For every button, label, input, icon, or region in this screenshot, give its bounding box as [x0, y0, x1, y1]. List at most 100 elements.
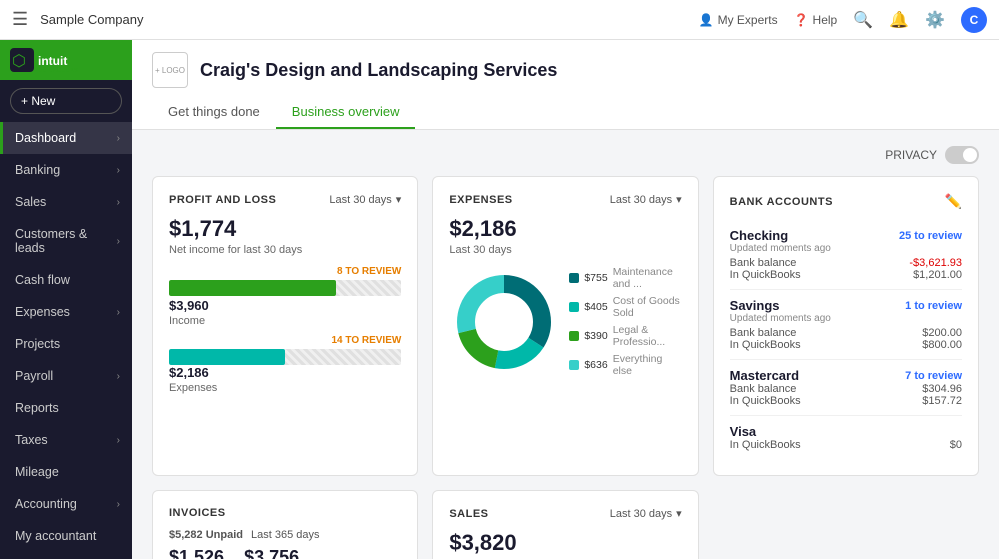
mastercard-review-link[interactable]: 7 to review — [905, 370, 962, 382]
chevron-right-icon: › — [117, 133, 120, 144]
help-button[interactable]: ❓ Help — [794, 13, 838, 27]
invoices-card: INVOICES $5,282 Unpaid Last 365 days $1,… — [152, 490, 418, 559]
page-header: + LOGO Craig's Design and Landscaping Se… — [132, 40, 999, 130]
sidebar-logo[interactable]: ⬡ intuit quickbooks — [0, 40, 132, 80]
sidebar-item-sales[interactable]: Sales › — [0, 186, 132, 218]
bank-account-mastercard: Mastercard 7 to review Bank balance $304… — [730, 360, 962, 416]
page-title: Craig's Design and Landscaping Services — [200, 60, 557, 81]
chevron-right-icon: › — [117, 197, 120, 208]
expenses-donut-chart — [449, 267, 559, 377]
savings-review-link[interactable]: 1 to review — [905, 300, 962, 312]
sidebar-item-mileage[interactable]: Mileage — [0, 456, 132, 488]
content-area: + LOGO Craig's Design and Landscaping Se… — [132, 40, 999, 559]
sidebar-item-dashboard[interactable]: Dashboard › — [0, 122, 132, 154]
pnl-subtitle: Net income for last 30 days — [169, 244, 401, 256]
settings-icon[interactable]: ⚙️ — [925, 10, 945, 30]
chevron-down-icon: ▾ — [676, 193, 682, 206]
sales-period-selector[interactable]: Last 30 days ▾ — [610, 507, 682, 520]
expenses-card-title: EXPENSES — [449, 194, 512, 206]
company-name: Sample Company — [40, 12, 686, 27]
sales-card-title: SALES — [449, 508, 488, 520]
privacy-toggle[interactable] — [945, 146, 979, 164]
chevron-right-icon: › — [117, 499, 120, 510]
sidebar-item-reports[interactable]: Reports — [0, 392, 132, 424]
page-tabs: Get things done Business overview — [152, 96, 979, 129]
sidebar-item-cash-flow[interactable]: Cash flow — [0, 264, 132, 296]
search-icon[interactable]: 🔍 — [853, 10, 873, 30]
avatar[interactable]: C — [961, 7, 987, 33]
svg-text:quickbooks: quickbooks — [38, 65, 78, 72]
legend-item-4: $636 Everything else — [569, 353, 681, 377]
pnl-card-title: PROFIT AND LOSS — [169, 194, 276, 206]
chevron-down-icon: ▾ — [396, 193, 402, 206]
new-button[interactable]: + New — [10, 88, 122, 114]
sales-card: SALES Last 30 days ▾ $3,820 Last 30 days… — [432, 490, 698, 559]
pnl-amount: $1,774 — [169, 216, 401, 242]
pnl-income-row-label: Income — [169, 315, 401, 327]
expenses-legend: $755 Maintenance and ... $405 Cost of Go… — [569, 266, 681, 377]
expenses-donut-container: $755 Maintenance and ... $405 Cost of Go… — [449, 266, 681, 377]
sidebar-item-expenses[interactable]: Expenses › — [0, 296, 132, 328]
checking-review-link[interactable]: 25 to review — [899, 230, 962, 242]
chevron-right-icon: › — [117, 165, 120, 176]
sidebar-item-customers-leads[interactable]: Customers & leads › — [0, 218, 132, 264]
sidebar-item-my-accountant[interactable]: My accountant — [0, 520, 132, 552]
privacy-row: PRIVACY — [152, 146, 979, 164]
legend-item-1: $755 Maintenance and ... — [569, 266, 681, 290]
bank-card-title: BANK ACCOUNTS — [730, 196, 833, 208]
bank-account-visa: Visa In QuickBooks $0 — [730, 416, 962, 459]
pnl-income-review[interactable]: 8 TO REVIEW — [337, 266, 401, 277]
bottom-right-spacer — [713, 490, 979, 559]
sidebar-item-projects[interactable]: Projects — [0, 328, 132, 360]
pnl-income-value: $3,960 — [169, 298, 209, 313]
nav-actions: 👤 My Experts ❓ Help 🔍 🔔 ⚙️ C — [699, 7, 987, 33]
my-experts-button[interactable]: 👤 My Experts — [699, 13, 778, 27]
bank-account-savings: Savings 1 to review Updated moments ago … — [730, 290, 962, 360]
sidebar-item-accounting[interactable]: Accounting › — [0, 488, 132, 520]
chevron-down-icon: ▾ — [676, 507, 682, 520]
hamburger-icon[interactable]: ☰ — [12, 9, 28, 30]
tab-business-overview[interactable]: Business overview — [276, 96, 416, 129]
pnl-period-selector[interactable]: Last 30 days ▾ — [329, 193, 401, 206]
sidebar-item-banking[interactable]: Banking › — [0, 154, 132, 186]
bank-account-checking: Checking 25 to review Updated moments ag… — [730, 220, 962, 290]
chevron-right-icon: › — [117, 307, 120, 318]
invoices-not-due: $3,756 Not due yet — [244, 547, 299, 559]
pnl-expenses-value: $2,186 — [169, 365, 401, 380]
sidebar-item-taxes[interactable]: Taxes › — [0, 424, 132, 456]
chevron-right-icon: › — [117, 236, 120, 247]
bank-accounts-card: BANK ACCOUNTS ✏️ Checking 25 to review U… — [713, 176, 979, 476]
quickbooks-logo: ⬡ intuit quickbooks — [10, 48, 110, 72]
dashboard-content: PRIVACY PROFIT AND LOSS Last 30 days ▾ $… — [132, 130, 999, 559]
privacy-label: PRIVACY — [885, 148, 937, 162]
bank-accounts-header: BANK ACCOUNTS ✏️ — [730, 193, 962, 210]
pnl-expenses-bar — [169, 349, 401, 365]
invoices-card-title: INVOICES — [169, 507, 226, 519]
pnl-expenses-row-label: Expenses — [169, 382, 401, 394]
expenses-subtitle: Last 30 days — [449, 244, 681, 256]
sidebar-item-apps[interactable]: Apps — [0, 552, 132, 559]
sidebar: ⬡ intuit quickbooks + New Dashboard › Ba… — [0, 40, 132, 559]
invoices-amounts: $1,526 Overdue $3,756 Not due yet — [169, 547, 401, 559]
expenses-card: EXPENSES Last 30 days ▾ $2,186 Last 30 d… — [432, 176, 698, 476]
pnl-income-bar — [169, 280, 401, 296]
expenses-period-selector[interactable]: Last 30 days ▾ — [610, 193, 682, 206]
profit-loss-card: PROFIT AND LOSS Last 30 days ▾ $1,774 Ne… — [152, 176, 418, 476]
invoices-overdue: $1,526 Overdue — [169, 547, 224, 559]
sales-amount: $3,820 — [449, 530, 681, 556]
legend-item-3: $390 Legal & Professio... — [569, 324, 681, 348]
help-icon: ❓ — [794, 13, 809, 27]
pnl-expenses-review[interactable]: 14 TO REVIEW — [331, 335, 401, 346]
top-navigation: ☰ Sample Company 👤 My Experts ❓ Help 🔍 🔔… — [0, 0, 999, 40]
tab-get-things-done[interactable]: Get things done — [152, 96, 276, 129]
sidebar-item-payroll[interactable]: Payroll › — [0, 360, 132, 392]
svg-text:⬡: ⬡ — [12, 53, 26, 70]
bank-edit-icon[interactable]: ✏️ — [945, 193, 962, 210]
legend-item-2: $405 Cost of Goods Sold — [569, 295, 681, 319]
notification-icon[interactable]: 🔔 — [889, 10, 909, 30]
expenses-amount: $2,186 — [449, 216, 681, 242]
company-logo: + LOGO — [152, 52, 188, 88]
cards-grid-top: PROFIT AND LOSS Last 30 days ▾ $1,774 Ne… — [152, 176, 979, 476]
chevron-right-icon: › — [117, 371, 120, 382]
chevron-right-icon: › — [117, 435, 120, 446]
